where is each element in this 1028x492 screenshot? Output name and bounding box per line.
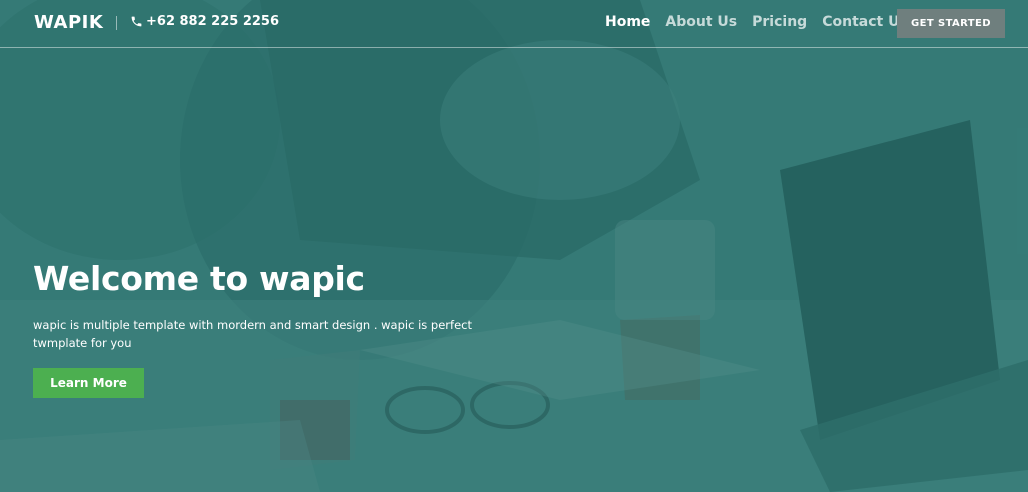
nav-item-pricing[interactable]: Pricing <box>752 14 807 30</box>
header-divider <box>116 16 117 30</box>
header-phone[interactable]: +62 882 225 2256 <box>130 14 279 29</box>
phone-number: +62 882 225 2256 <box>146 14 280 29</box>
hero-title: Welcome to wapic <box>33 259 365 298</box>
nav-item-contact-us[interactable]: Contact Us <box>822 14 908 30</box>
main-nav: Home About Us Pricing Contact Us <box>605 14 908 30</box>
phone-icon <box>131 16 142 27</box>
nav-item-home[interactable]: Home <box>605 14 650 30</box>
site-header: WAPIK +62 882 225 2256 Home About Us Pri… <box>0 0 1028 48</box>
hero-description: wapic is multiple template with mordern … <box>33 318 472 350</box>
hero-color-overlay <box>0 0 1028 492</box>
site-logo[interactable]: WAPIK <box>34 12 103 33</box>
nav-item-about-us[interactable]: About Us <box>665 14 737 30</box>
hero-section: WAPIK +62 882 225 2256 Home About Us Pri… <box>0 0 1028 492</box>
get-started-button[interactable]: GET STARTED <box>897 9 1005 38</box>
learn-more-button[interactable]: Learn More <box>33 368 144 398</box>
hero-content: Welcome to wapic wapic is multiple templ… <box>33 258 503 398</box>
